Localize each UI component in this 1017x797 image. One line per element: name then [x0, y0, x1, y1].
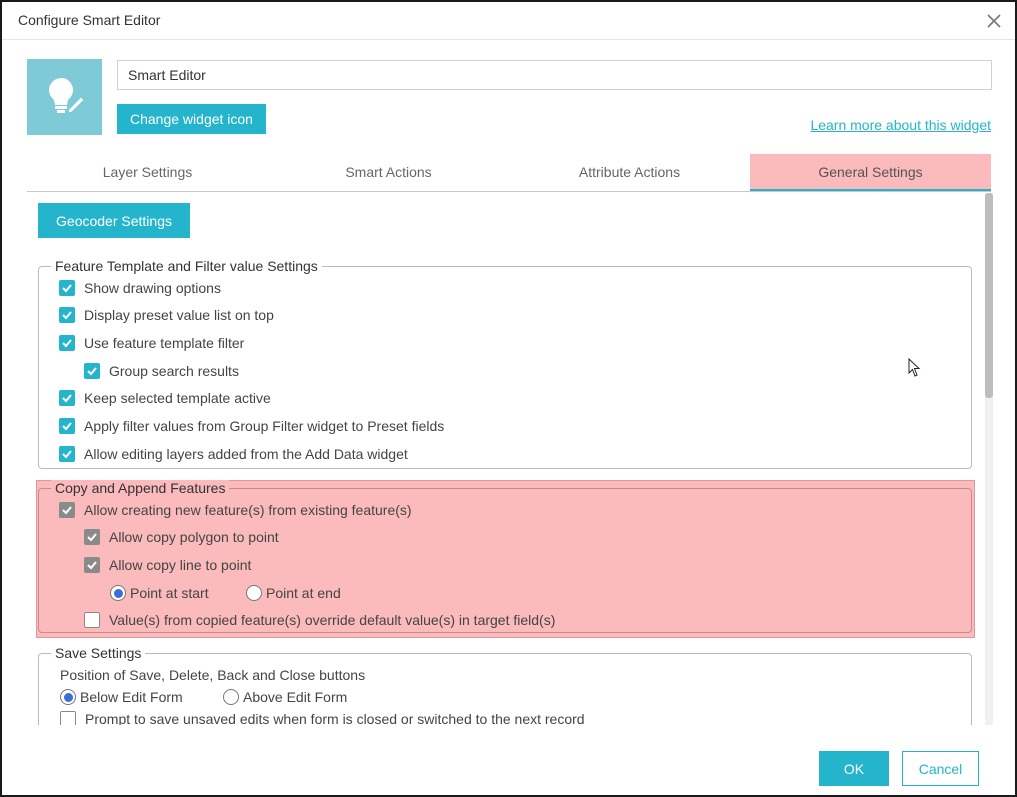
option-add-data-layers[interactable]: Allow editing layers added from the Add … [59, 444, 408, 464]
tab-general-settings[interactable]: General Settings [750, 154, 991, 191]
option-label: Allow editing layers added from the Add … [84, 446, 408, 462]
checkbox[interactable] [84, 363, 100, 379]
tab-attribute-actions[interactable]: Attribute Actions [509, 154, 750, 191]
option-label: Use feature template filter [84, 335, 245, 351]
checkbox[interactable] [59, 307, 75, 323]
option-label: Value(s) from copied feature(s) override… [109, 612, 556, 628]
checkbox[interactable] [59, 446, 75, 462]
option-label: Group search results [109, 363, 239, 379]
option-copy-polygon[interactable]: Allow copy polygon to point [84, 527, 279, 547]
option-label: Above Edit Form [243, 689, 348, 705]
option-label: Keep selected template active [84, 390, 271, 406]
tab-smart-actions[interactable]: Smart Actions [268, 154, 509, 191]
radio-point-at-start[interactable]: Point at start [110, 583, 209, 603]
vertical-scrollbar[interactable] [985, 193, 993, 725]
configure-dialog: Configure Smart Editor Change widget ico… [0, 0, 1017, 797]
checkbox[interactable] [84, 612, 100, 628]
option-show-drawing[interactable]: Show drawing options [59, 278, 221, 298]
ok-button[interactable]: OK [819, 751, 889, 786]
option-override-values[interactable]: Value(s) from copied feature(s) override… [84, 610, 555, 630]
checkbox[interactable] [59, 502, 75, 518]
option-label: Allow creating new feature(s) from exist… [84, 502, 412, 518]
tab-bar: Layer Settings Smart Actions Attribute A… [27, 154, 991, 192]
checkbox[interactable] [59, 335, 75, 351]
option-label: Prompt to save unsaved edits when form i… [85, 711, 585, 725]
close-icon[interactable] [983, 10, 1005, 32]
option-label: Allow copy polygon to point [109, 529, 279, 545]
checkbox[interactable] [59, 390, 75, 406]
option-label: Allow copy line to point [109, 557, 252, 573]
learn-more-link[interactable]: Learn more about this widget [810, 117, 991, 133]
checkbox[interactable] [59, 418, 75, 434]
widget-name-input[interactable] [117, 60, 992, 90]
option-allow-create[interactable]: Allow creating new feature(s) from exist… [59, 500, 412, 520]
option-label: Apply filter values from Group Filter wi… [84, 418, 445, 434]
option-label: Show drawing options [84, 280, 221, 296]
option-template-filter[interactable]: Use feature template filter [59, 333, 244, 353]
radio-button[interactable] [110, 585, 126, 601]
checkbox[interactable] [84, 529, 100, 545]
option-preset-on-top[interactable]: Display preset value list on top [59, 305, 274, 325]
dialog-title: Configure Smart Editor [18, 12, 161, 28]
option-keep-template[interactable]: Keep selected template active [59, 388, 271, 408]
settings-panel: Geocoder Settings Feature Template and F… [27, 193, 993, 725]
checkbox[interactable] [59, 280, 75, 296]
change-widget-icon-button[interactable]: Change widget icon [117, 104, 266, 134]
title-bar: Configure Smart Editor [2, 2, 1015, 40]
checkbox[interactable] [60, 711, 76, 725]
radio-point-at-end[interactable]: Point at end [246, 583, 341, 603]
widget-icon[interactable] [27, 59, 102, 135]
section-legend: Feature Template and Filter value Settin… [51, 258, 322, 274]
cancel-button[interactable]: Cancel [902, 751, 979, 786]
radio-button[interactable] [223, 689, 239, 705]
checkbox[interactable] [84, 557, 100, 573]
option-apply-group-filter[interactable]: Apply filter values from Group Filter wi… [59, 416, 444, 436]
option-label: Below Edit Form [80, 689, 183, 705]
tab-layer-settings[interactable]: Layer Settings [27, 154, 268, 191]
radio-button[interactable] [60, 689, 76, 705]
save-position-label: Position of Save, Delete, Back and Close… [60, 667, 366, 683]
radio-above-edit-form[interactable]: Above Edit Form [223, 687, 347, 707]
option-label: Point at end [266, 585, 341, 601]
radio-below-edit-form[interactable]: Below Edit Form [60, 687, 183, 707]
option-label: Point at start [130, 585, 209, 601]
option-prompt-save[interactable]: Prompt to save unsaved edits when form i… [60, 709, 585, 725]
radio-button[interactable] [246, 585, 262, 601]
option-group-search[interactable]: Group search results [84, 361, 239, 381]
mouse-cursor-icon [908, 358, 921, 377]
geocoder-settings-button[interactable]: Geocoder Settings [38, 203, 190, 238]
scrollbar-thumb[interactable] [985, 193, 993, 398]
section-legend: Save Settings [51, 645, 146, 661]
lightbulb-pencil-icon [48, 78, 85, 114]
section-legend: Copy and Append Features [51, 480, 230, 496]
option-label: Display preset value list on top [84, 307, 274, 323]
option-copy-line[interactable]: Allow copy line to point [84, 555, 251, 575]
